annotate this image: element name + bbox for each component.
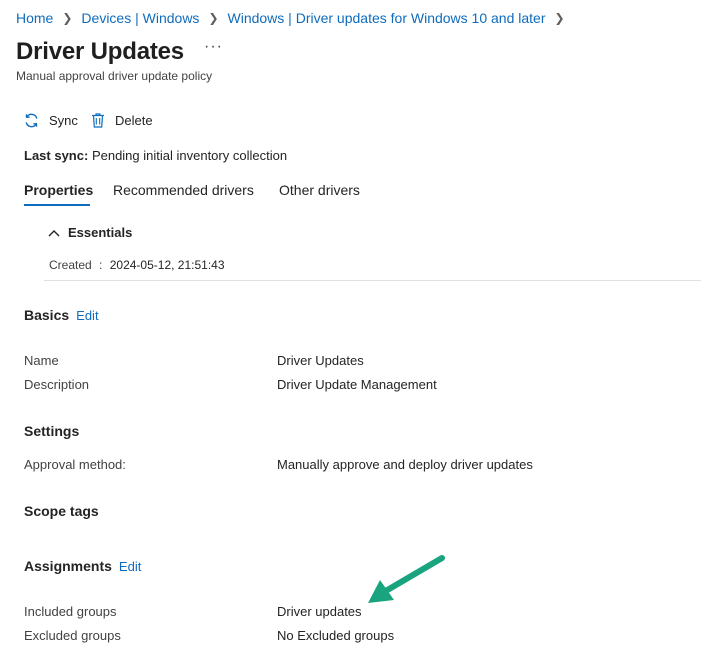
delete-label: Delete (115, 113, 153, 128)
essentials-divider (44, 280, 701, 281)
delete-button[interactable]: Delete (90, 112, 153, 129)
basics-name-label: Name (24, 353, 59, 368)
last-sync: Last sync: Pending initial inventory col… (24, 148, 287, 163)
trash-icon (92, 113, 104, 128)
basics-description-label: Description (24, 377, 90, 392)
tab-recommended-drivers[interactable]: Recommended drivers (113, 182, 254, 198)
excluded-groups-value: No Excluded groups (277, 628, 395, 643)
chevron-right-icon: ❯ (62, 11, 73, 25)
basics-description-value: Driver Update Management (277, 377, 437, 392)
breadcrumb: Home ❯ Devices | Windows ❯ Windows | Dri… (16, 10, 574, 26)
breadcrumb-home[interactable]: Home (16, 10, 53, 26)
assignments-title: Assignments (24, 558, 112, 574)
more-options-button[interactable]: ··· (204, 38, 223, 56)
annotation-arrow-icon (368, 555, 445, 603)
tab-active-indicator (24, 204, 90, 206)
basics-name-value: Driver Updates (277, 353, 364, 368)
page-subtitle: Manual approval driver update policy (16, 69, 213, 83)
chevron-up-icon (48, 229, 60, 236)
included-groups-value: Driver updates (277, 604, 362, 619)
chevron-right-icon: ❯ (554, 11, 565, 25)
excluded-groups-label: Excluded groups (24, 628, 121, 643)
last-sync-value: Pending initial inventory collection (91, 148, 288, 163)
basics-edit-link[interactable]: Edit (76, 308, 98, 323)
essentials-toggle[interactable]: Essentials (48, 225, 132, 240)
sync-label: Sync (49, 113, 78, 128)
chevron-right-icon: ❯ (208, 11, 219, 25)
approval-method-label: Approval method: (24, 457, 126, 472)
settings-title: Settings (24, 423, 80, 439)
basics-title: Basics (24, 307, 70, 323)
tab-other-drivers[interactable]: Other drivers (279, 182, 360, 198)
assignments-section: Assignments Edit (24, 558, 141, 574)
included-groups-label: Included groups (24, 604, 117, 619)
tab-properties[interactable]: Properties (24, 182, 93, 198)
sync-icon (25, 113, 38, 128)
breadcrumb-devices-windows[interactable]: Devices | Windows (81, 10, 199, 26)
assignments-edit-link[interactable]: Edit (119, 559, 141, 574)
basics-section: Basics Edit (24, 307, 99, 323)
created-separator: : (99, 258, 103, 272)
approval-method-value: Manually approve and deploy driver updat… (277, 457, 533, 472)
essentials-created: Created : 2024-05-12, 21:51:43 (49, 258, 225, 272)
page-title: Driver Updates (16, 38, 184, 65)
created-value: 2024-05-12, 21:51:43 (109, 258, 225, 272)
scope-tags-title: Scope tags (24, 503, 99, 519)
sync-button[interactable]: Sync (23, 112, 78, 129)
essentials-title: Essentials (68, 225, 133, 240)
breadcrumb-driver-updates[interactable]: Windows | Driver updates for Windows 10 … (228, 10, 546, 26)
created-label: Created (49, 258, 92, 272)
last-sync-label: Last sync: (24, 148, 89, 163)
